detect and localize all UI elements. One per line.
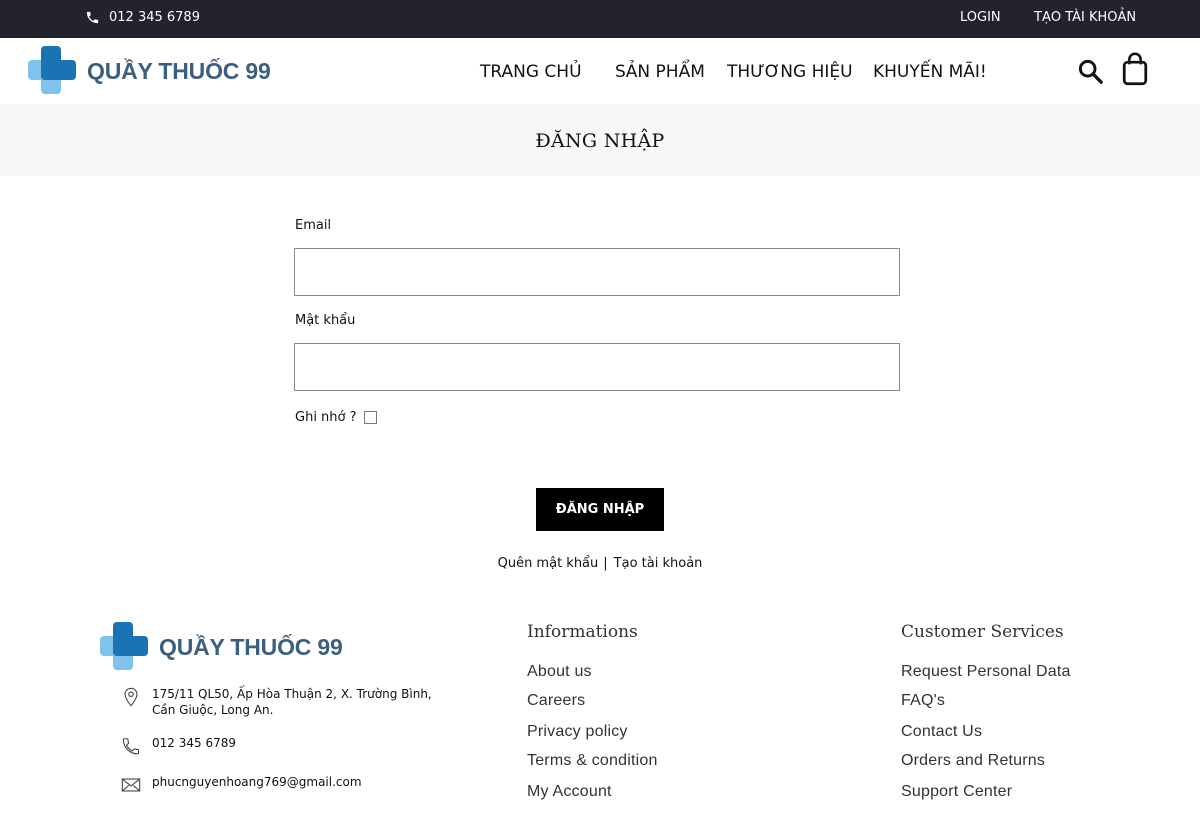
footer-link-contact-us[interactable]: Contact Us bbox=[901, 723, 982, 741]
link-separator: | bbox=[603, 556, 608, 571]
footer-link-careers[interactable]: Careers bbox=[527, 692, 585, 710]
nav-products[interactable]: SẢN PHẨM bbox=[615, 62, 705, 82]
phone-icon bbox=[86, 11, 99, 24]
topbar-phone-number: 012 345 6789 bbox=[109, 10, 200, 25]
medical-cross-logo-icon bbox=[100, 622, 148, 670]
footer-email: phucnguyenhoang769@gmail.com bbox=[120, 774, 442, 796]
envelope-icon bbox=[121, 778, 141, 792]
page-title: ĐĂNG NHẬP bbox=[535, 130, 665, 152]
create-account-link[interactable]: Tạo tài khoản bbox=[614, 556, 703, 571]
footer-phone-text[interactable]: 012 345 6789 bbox=[152, 735, 442, 751]
footer-phone: 012 345 6789 bbox=[120, 735, 442, 757]
shopping-bag-icon[interactable] bbox=[1121, 52, 1149, 86]
nav-home[interactable]: TRANG CHỦ bbox=[480, 62, 582, 82]
footer-address-text: 175/11 QL50, Ấp Hòa Thuận 2, X. Trường B… bbox=[152, 687, 432, 717]
remember-checkbox[interactable] bbox=[363, 411, 377, 424]
email-field[interactable] bbox=[294, 248, 900, 296]
footer-informations-heading: Informations bbox=[527, 622, 638, 642]
top-bar: 012 345 6789 LOGIN TẠO TÀI KHOẢN bbox=[0, 0, 1200, 38]
footer-link-request-data[interactable]: Request Personal Data bbox=[901, 663, 1071, 681]
forgot-password-link[interactable]: Quên mật khẩu bbox=[498, 556, 599, 571]
footer-customer-services-heading: Customer Services bbox=[901, 622, 1064, 642]
footer-link-about-us[interactable]: About us bbox=[527, 663, 592, 681]
footer-logo[interactable]: QUẦY THUỐC 99 bbox=[100, 622, 343, 672]
footer-email-text[interactable]: phucnguyenhoang769@gmail.com bbox=[152, 774, 442, 790]
footer-link-faqs[interactable]: FAQ's bbox=[901, 692, 945, 710]
topbar-phone[interactable]: 012 345 6789 bbox=[85, 10, 200, 25]
password-field[interactable] bbox=[294, 343, 900, 391]
login-button[interactable]: ĐĂNG NHẬP bbox=[536, 488, 664, 531]
account-links: Quên mật khẩu | Tạo tài khoản bbox=[0, 556, 1200, 571]
phone-icon bbox=[122, 738, 140, 755]
footer-link-orders-returns[interactable]: Orders and Returns bbox=[901, 752, 1045, 770]
medical-cross-logo-icon bbox=[28, 46, 76, 94]
password-label: Mật khẩu bbox=[295, 313, 356, 328]
search-icon[interactable] bbox=[1077, 58, 1104, 85]
footer-link-terms[interactable]: Terms & condition bbox=[527, 752, 658, 770]
footer-link-my-account[interactable]: My Account bbox=[527, 783, 612, 801]
register-link[interactable]: TẠO TÀI KHOẢN bbox=[1034, 10, 1136, 25]
footer-logo-text: QUẦY THUỐC 99 bbox=[159, 633, 343, 660]
site-header: QUẦY THUỐC 99 TRANG CHỦ SẢN PHẨM THƯƠNG … bbox=[0, 38, 1200, 104]
nav-brands[interactable]: THƯƠNG HIỆU bbox=[727, 62, 853, 82]
remember-label: Ghi nhớ ? bbox=[295, 410, 357, 425]
remember-me: Ghi nhớ ? bbox=[295, 410, 377, 425]
login-link[interactable]: LOGIN bbox=[960, 10, 1001, 25]
footer-link-support-center[interactable]: Support Center bbox=[901, 783, 1012, 801]
site-logo-text: QUẦY THUỐC 99 bbox=[87, 57, 271, 84]
page-title-band: ĐĂNG NHẬP bbox=[0, 104, 1200, 176]
footer-address: 175/11 QL50, Ấp Hòa Thuận 2, X. Trường B… bbox=[120, 686, 442, 718]
email-label: Email bbox=[295, 218, 332, 233]
site-logo[interactable]: QUẦY THUỐC 99 bbox=[28, 46, 271, 96]
footer-link-privacy-policy[interactable]: Privacy policy bbox=[527, 723, 628, 741]
nav-promotions[interactable]: KHUYẾN MÃI! bbox=[873, 62, 987, 82]
location-pin-icon bbox=[124, 687, 138, 707]
